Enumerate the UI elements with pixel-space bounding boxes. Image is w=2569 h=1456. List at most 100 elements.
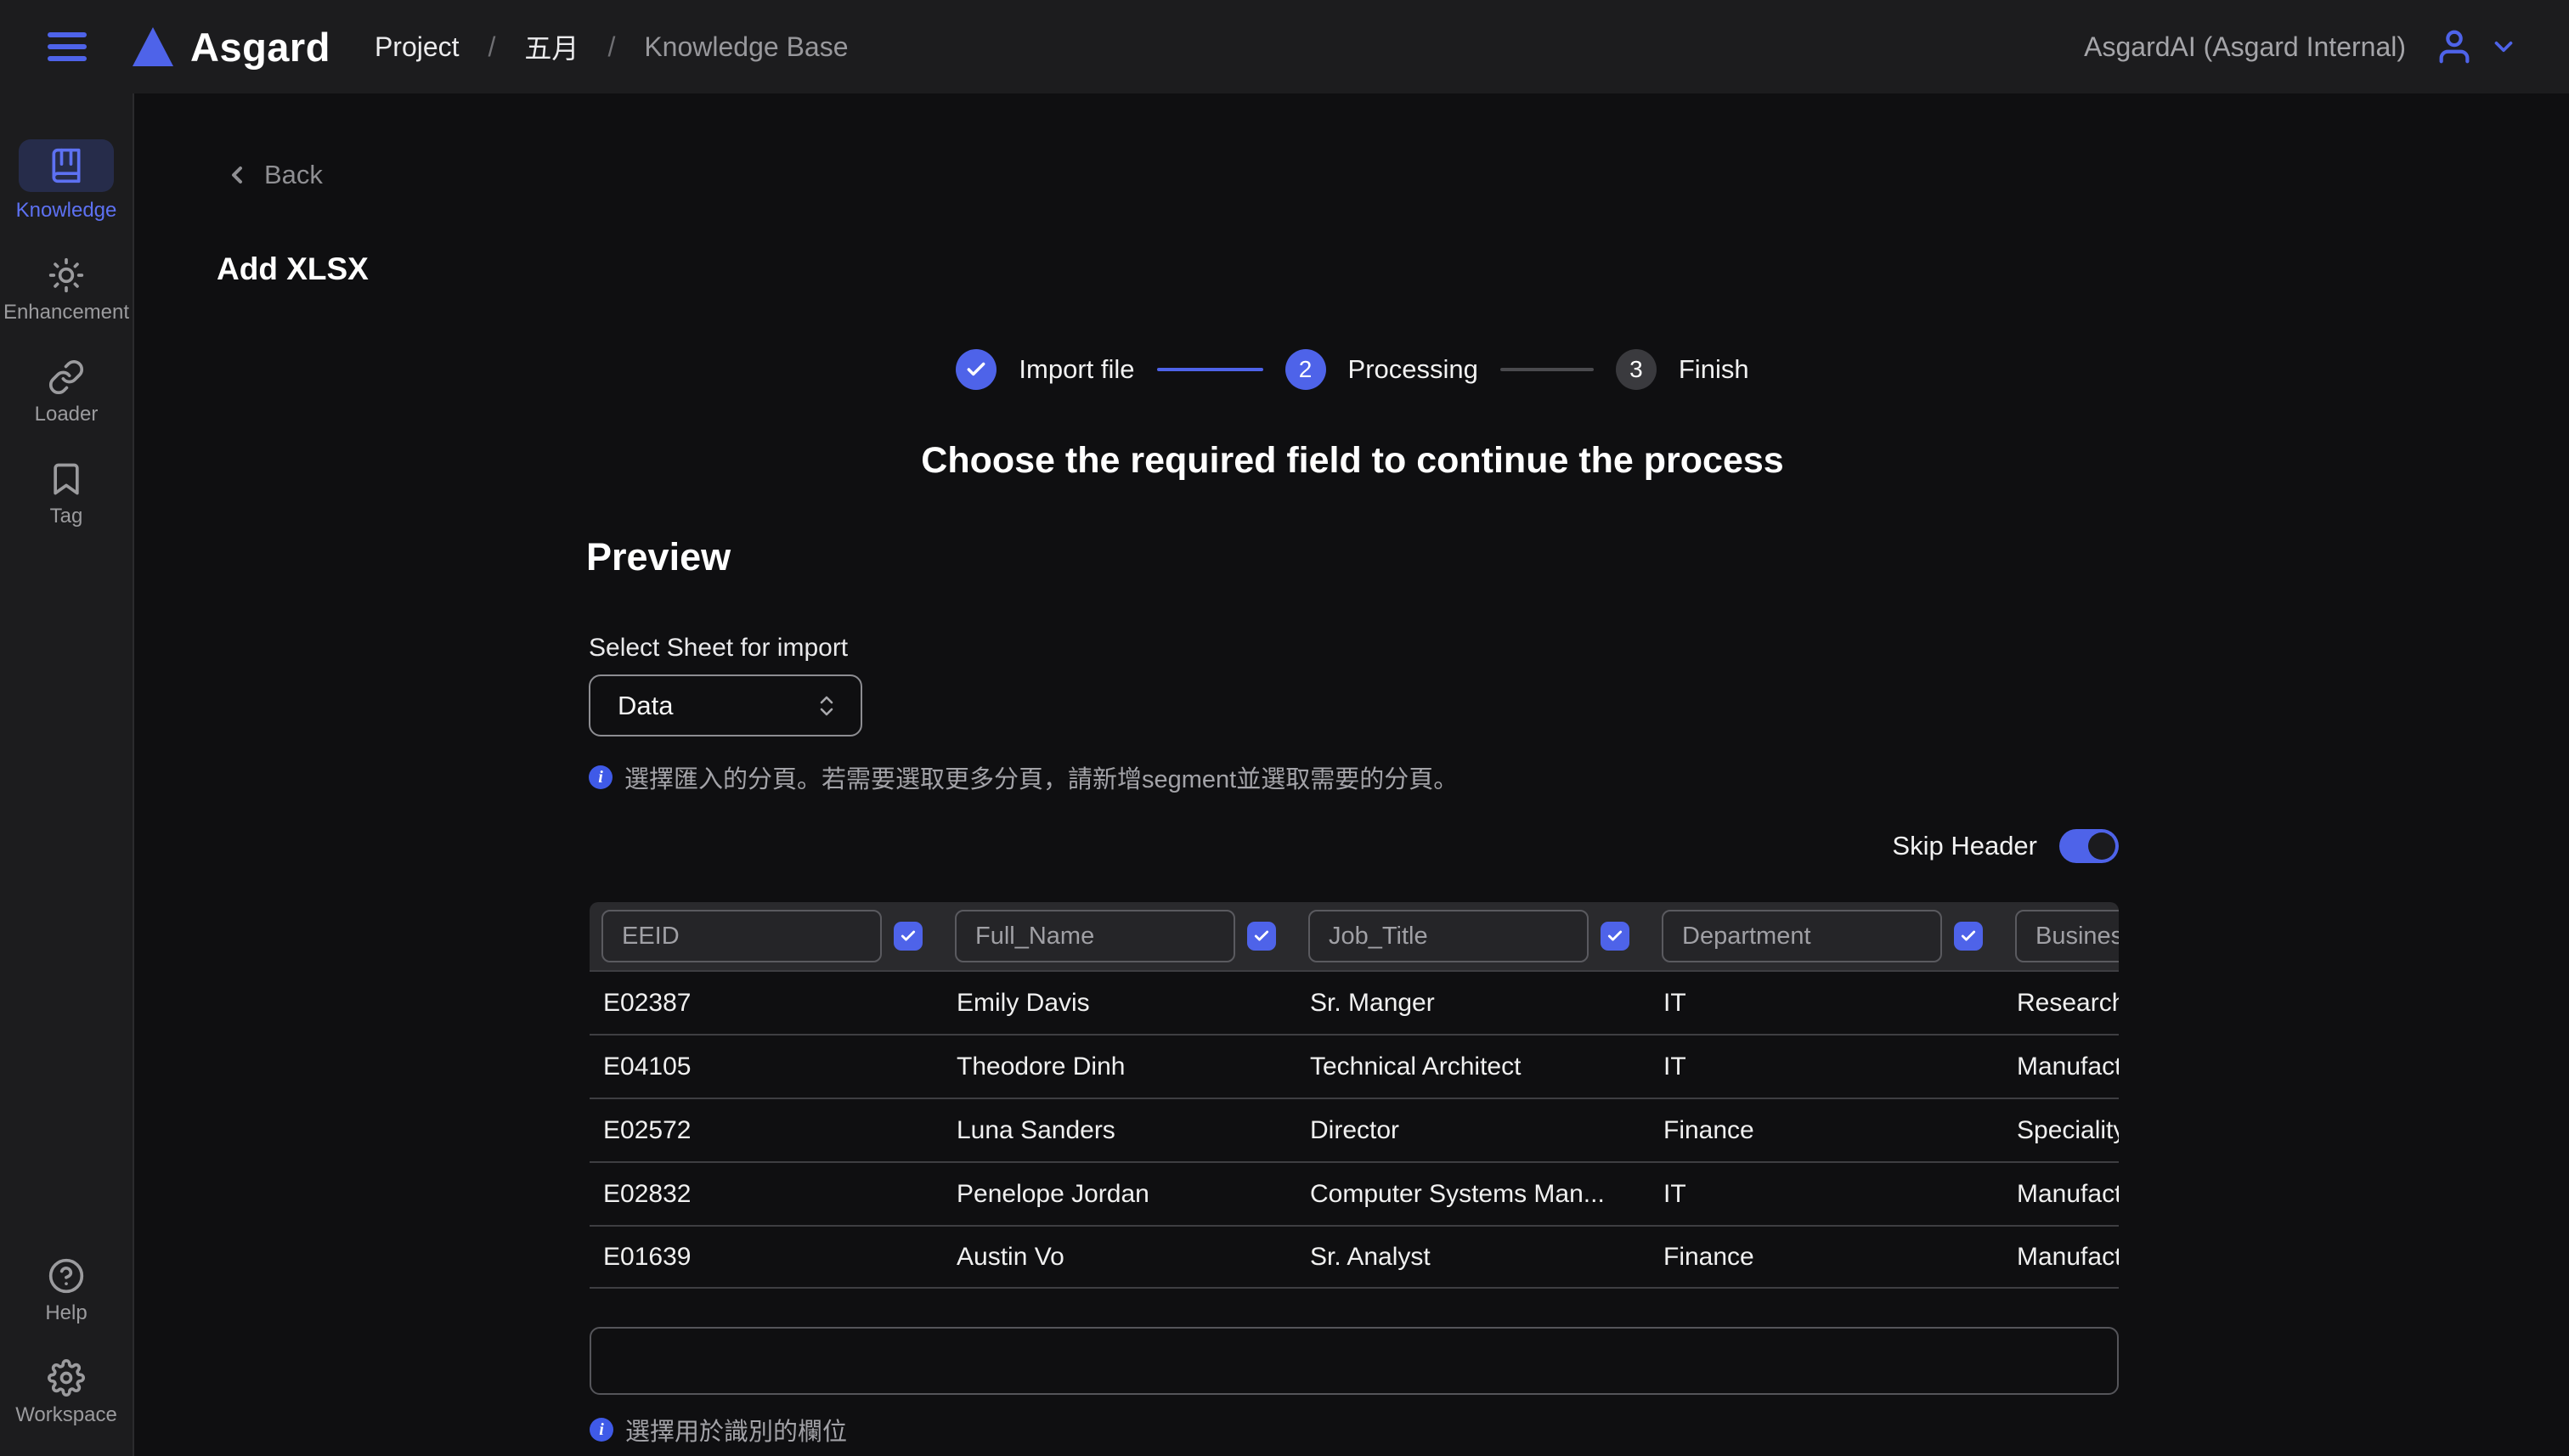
asgard-logo-icon bbox=[133, 27, 173, 66]
sheet-hint: i 選擇匯入的分頁。若需要選取更多分頁，請新增segment並選取需要的分頁。 bbox=[589, 759, 1458, 795]
sidebar-item-label: Knowledge bbox=[16, 199, 117, 223]
main-heading: Choose the required field to continue th… bbox=[136, 440, 2569, 482]
table-cell: Luna Sanders bbox=[943, 1116, 1296, 1145]
main-content: Back Add XLSX Import file 2 Processing 3… bbox=[136, 93, 2569, 1456]
step-1-circle bbox=[956, 349, 997, 390]
check-icon bbox=[965, 358, 987, 381]
step-connector bbox=[1500, 368, 1594, 371]
breadcrumb: Project / 五月 / Knowledge Base bbox=[375, 27, 849, 66]
sidebar-item-workspace[interactable]: Workspace bbox=[0, 1359, 133, 1427]
table-cell: E04105 bbox=[590, 1052, 943, 1081]
table-header-cell: Department bbox=[1650, 910, 2003, 962]
table-cell: Penelope Jordan bbox=[943, 1180, 1296, 1209]
table-header-cell: Business bbox=[2003, 910, 2119, 962]
table-header-cell: EEID bbox=[590, 910, 943, 962]
sidebar-item-label: Enhancement bbox=[3, 301, 129, 324]
sheet-select[interactable]: Data bbox=[589, 674, 862, 736]
preview-table: EEID Full_Name Job_Title Department Busi… bbox=[590, 902, 2119, 1289]
info-icon: i bbox=[590, 1418, 613, 1442]
sheet-hint-text: 選擇匯入的分頁。若需要選取更多分頁，請新增segment並選取需要的分頁。 bbox=[624, 759, 1458, 795]
sidebar-item-knowledge[interactable]: Knowledge bbox=[0, 139, 133, 223]
book-icon bbox=[48, 147, 85, 184]
chevron-down-icon[interactable] bbox=[2489, 32, 2518, 61]
table-cell: Finance bbox=[1650, 1116, 2003, 1145]
table-header-cell: Job_Title bbox=[1296, 910, 1650, 962]
table-cell: Computer Systems Man... bbox=[1296, 1180, 1650, 1209]
step-3-label: Finish bbox=[1679, 354, 1749, 385]
table-cell: Director bbox=[1296, 1116, 1650, 1145]
table-cell: E02572 bbox=[590, 1116, 943, 1145]
breadcrumb-separator: / bbox=[607, 31, 615, 63]
step-connector bbox=[1157, 368, 1263, 371]
step-1-label: Import file bbox=[1019, 354, 1134, 385]
sidebar-item-help[interactable]: Help bbox=[0, 1257, 133, 1325]
table-cell: Finance bbox=[1650, 1243, 2003, 1272]
page-title: Add XLSX bbox=[217, 251, 369, 287]
identify-hint-text: 選擇用於識別的欄位 bbox=[625, 1412, 847, 1448]
account-label: AsgardAI (Asgard Internal) bbox=[2084, 31, 2406, 63]
table-cell: IT bbox=[1650, 1052, 2003, 1081]
gear-icon bbox=[48, 1359, 85, 1397]
column-name-input[interactable]: Department bbox=[1662, 910, 1942, 962]
sheet-select-value: Data bbox=[618, 691, 673, 721]
column-name-input[interactable]: EEID bbox=[601, 910, 882, 962]
info-icon: i bbox=[589, 765, 613, 789]
back-button[interactable]: Back bbox=[223, 160, 323, 190]
table-row: E02572 Luna Sanders Director Finance Spe… bbox=[590, 1098, 2119, 1161]
help-circle-icon bbox=[48, 1257, 85, 1295]
bookmark-icon bbox=[48, 460, 85, 498]
step-2-circle: 2 bbox=[1285, 349, 1326, 390]
table-cell: Speciality bbox=[2003, 1116, 2119, 1145]
skip-header-label: Skip Header bbox=[1892, 831, 2037, 861]
skip-header-toggle[interactable] bbox=[2059, 829, 2119, 863]
skip-header-row: Skip Header bbox=[590, 829, 2119, 863]
table-cell: Theodore Dinh bbox=[943, 1052, 1296, 1081]
sidebar-item-enhancement[interactable]: Enhancement bbox=[0, 257, 133, 324]
breadcrumb-month[interactable]: 五月 bbox=[524, 27, 579, 66]
check-icon bbox=[1606, 928, 1623, 945]
table-cell: Sr. Manger bbox=[1296, 989, 1650, 1018]
table-cell: Research bbox=[2003, 989, 2119, 1018]
column-checkbox[interactable] bbox=[1247, 922, 1276, 951]
table-header-cell: Full_Name bbox=[943, 910, 1296, 962]
menu-icon[interactable] bbox=[48, 32, 87, 61]
step-2-label: Processing bbox=[1348, 354, 1478, 385]
table-cell: IT bbox=[1650, 1180, 2003, 1209]
check-icon bbox=[1960, 928, 1977, 945]
link-icon bbox=[48, 358, 85, 396]
chevron-left-icon bbox=[223, 161, 251, 189]
table-row: E02832 Penelope Jordan Computer Systems … bbox=[590, 1161, 2119, 1225]
table-row: E02387 Emily Davis Sr. Manger IT Researc… bbox=[590, 970, 2119, 1034]
identify-hint: i 選擇用於識別的欄位 bbox=[590, 1412, 847, 1448]
table-cell: E02387 bbox=[590, 989, 943, 1018]
user-icon[interactable] bbox=[2435, 27, 2474, 66]
column-checkbox[interactable] bbox=[894, 922, 923, 951]
table-cell: Technical Architect bbox=[1296, 1052, 1650, 1081]
column-name-input[interactable]: Full_Name bbox=[955, 910, 1235, 962]
column-checkbox[interactable] bbox=[1601, 922, 1629, 951]
table-cell: Manufactu bbox=[2003, 1180, 2119, 1209]
table-cell: Emily Davis bbox=[943, 989, 1296, 1018]
back-label: Back bbox=[264, 160, 323, 190]
sidebar-item-label: Loader bbox=[35, 403, 99, 426]
table-cell: Manufactu bbox=[2003, 1243, 2119, 1272]
breadcrumb-separator: / bbox=[488, 31, 496, 63]
sidebar-item-label: Workspace bbox=[15, 1403, 117, 1427]
table-cell: E02832 bbox=[590, 1180, 943, 1209]
column-name-input[interactable]: Job_Title bbox=[1308, 910, 1589, 962]
column-checkbox[interactable] bbox=[1954, 922, 1983, 951]
check-icon bbox=[900, 928, 917, 945]
sun-icon bbox=[48, 257, 85, 294]
identify-field-input[interactable] bbox=[590, 1327, 2119, 1395]
sidebar-item-tag[interactable]: Tag bbox=[0, 460, 133, 528]
sidebar: Knowledge Enhancement Loader Tag Help Wo… bbox=[0, 93, 134, 1456]
sidebar-item-loader[interactable]: Loader bbox=[0, 358, 133, 426]
table-row: E01639 Austin Vo Sr. Analyst Finance Man… bbox=[590, 1225, 2119, 1289]
table-header-row: EEID Full_Name Job_Title Department Busi… bbox=[590, 902, 2119, 970]
top-bar: Asgard Project / 五月 / Knowledge Base Asg… bbox=[0, 0, 2569, 93]
column-name-input[interactable]: Business bbox=[2015, 910, 2119, 962]
preview-title: Preview bbox=[586, 535, 731, 579]
table-row: E04105 Theodore Dinh Technical Architect… bbox=[590, 1034, 2119, 1098]
breadcrumb-project[interactable]: Project bbox=[375, 31, 460, 63]
table-cell: Manufactu bbox=[2003, 1052, 2119, 1081]
